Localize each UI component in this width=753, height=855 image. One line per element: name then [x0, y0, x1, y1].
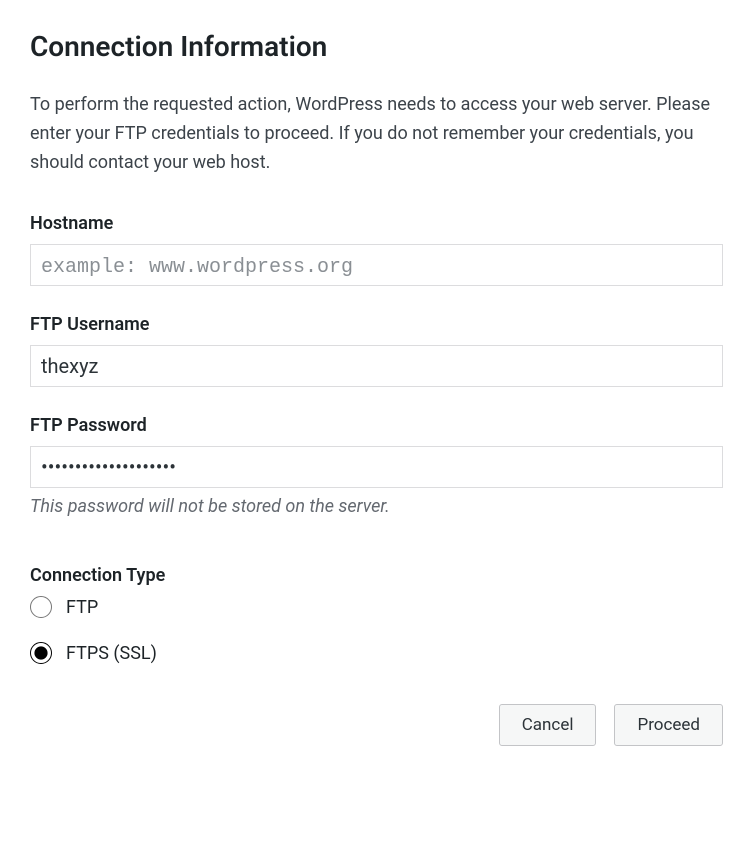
page-description: To perform the requested action, WordPre… [30, 91, 723, 177]
ftp-password-label: FTP Password [30, 415, 723, 436]
ftp-radio[interactable] [30, 596, 52, 618]
page-title: Connection Information [30, 30, 723, 63]
radio-option-ftp: FTP [30, 596, 723, 618]
ftp-password-input[interactable] [30, 446, 723, 488]
password-help-text: This password will not be stored on the … [30, 496, 723, 517]
cancel-button[interactable]: Cancel [499, 704, 597, 746]
connection-type-heading: Connection Type [30, 565, 723, 586]
hostname-field-group: Hostname [30, 213, 723, 286]
button-row: Cancel Proceed [30, 704, 723, 746]
hostname-label: Hostname [30, 213, 723, 234]
connection-type-group: Connection Type FTP FTPS (SSL) [30, 565, 723, 664]
hostname-input[interactable] [30, 244, 723, 286]
ftp-radio-label[interactable]: FTP [66, 597, 98, 618]
ftps-radio-label[interactable]: FTPS (SSL) [66, 643, 157, 664]
ftp-username-input[interactable] [30, 345, 723, 387]
radio-option-ftps: FTPS (SSL) [30, 642, 723, 664]
ftps-radio[interactable] [30, 642, 52, 664]
ftp-username-label: FTP Username [30, 314, 723, 335]
username-field-group: FTP Username [30, 314, 723, 387]
proceed-button[interactable]: Proceed [614, 704, 723, 746]
password-field-group: FTP Password This password will not be s… [30, 415, 723, 517]
